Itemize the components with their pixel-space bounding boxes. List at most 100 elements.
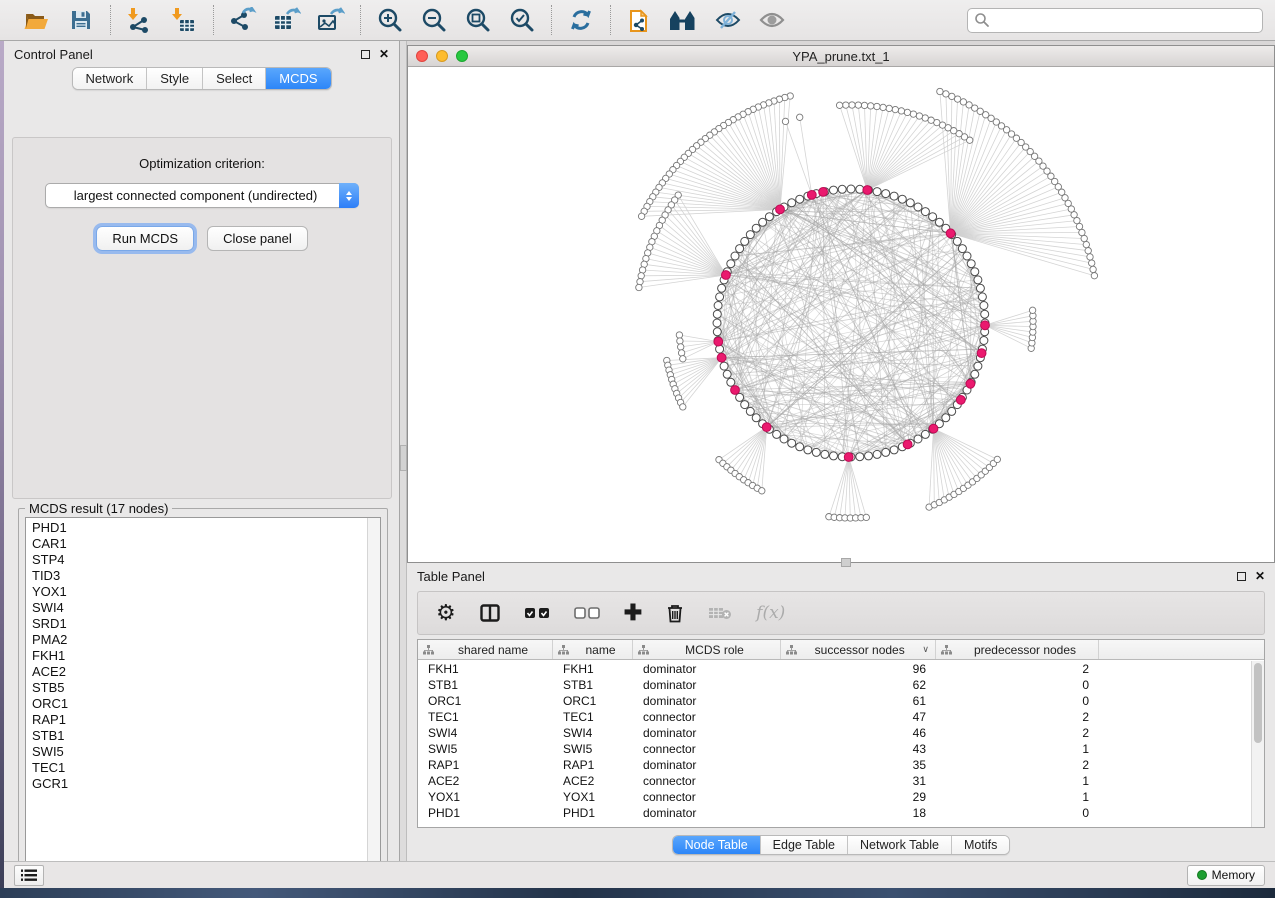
result-node[interactable]: STB1 xyxy=(32,728,380,744)
new-network-from-selection-button[interactable] xyxy=(621,3,659,37)
cell: SWI5 xyxy=(418,742,553,756)
result-node[interactable]: RAP1 xyxy=(32,712,380,728)
tab-node-table[interactable]: Node Table xyxy=(673,836,761,854)
vertical-splitter[interactable] xyxy=(399,41,407,861)
search-input[interactable] xyxy=(967,8,1263,33)
add-column-icon: ✚ xyxy=(624,600,642,626)
zoom-fit-button[interactable] xyxy=(459,3,497,37)
table-scrollbar[interactable] xyxy=(1251,661,1264,827)
network-window-titlebar[interactable]: YPA_prune.txt_1 xyxy=(408,46,1274,67)
tab-select[interactable]: Select xyxy=(203,68,266,89)
column-header-MCDS-role[interactable]: MCDS role xyxy=(633,640,781,659)
delete-table-button[interactable] xyxy=(708,598,732,628)
mcds-result-list[interactable]: PHD1CAR1STP4TID3YOX1SWI4SRD1PMA2FKH1ACE2… xyxy=(25,517,381,874)
select-all-button[interactable] xyxy=(524,598,550,628)
tab-motifs[interactable]: Motifs xyxy=(952,836,1009,854)
table-settings-button[interactable]: ⚙ xyxy=(436,598,456,628)
column-header-predecessor-nodes[interactable]: predecessor nodes xyxy=(936,640,1099,659)
close-panel-icon[interactable]: ✕ xyxy=(379,49,389,59)
result-node[interactable]: TEC1 xyxy=(32,760,380,776)
cell: STB1 xyxy=(418,678,553,692)
result-node[interactable]: SWI5 xyxy=(32,744,380,760)
result-node[interactable]: SWI4 xyxy=(32,600,380,616)
table-row[interactable]: SWI5SWI5connector431 xyxy=(418,741,1251,757)
cell: RAP1 xyxy=(553,758,633,772)
tab-mcds[interactable]: MCDS xyxy=(266,68,330,89)
export-network-button[interactable] xyxy=(224,3,262,37)
tab-edge-table[interactable]: Edge Table xyxy=(761,836,848,854)
delete-button[interactable] xyxy=(666,598,684,628)
deselect-all-icon xyxy=(574,607,600,619)
table-row[interactable]: FKH1FKH1dominator962 xyxy=(418,661,1251,677)
delete-icon xyxy=(666,603,684,623)
add-column-button[interactable]: ✚ xyxy=(624,598,642,628)
column-header-name[interactable]: name xyxy=(553,640,633,659)
function-builder-button[interactable]: f(x) xyxy=(756,598,785,628)
result-node[interactable]: PHD1 xyxy=(32,520,380,536)
result-node[interactable]: FKH1 xyxy=(32,648,380,664)
cell: TEC1 xyxy=(553,710,633,724)
tab-network[interactable]: Network xyxy=(73,68,148,89)
cell: connector xyxy=(633,742,781,756)
result-node[interactable]: GCR1 xyxy=(32,776,380,792)
tab-network-table[interactable]: Network Table xyxy=(848,836,952,854)
open-file-button[interactable] xyxy=(18,3,56,37)
result-node[interactable]: SRD1 xyxy=(32,616,380,632)
refresh-layout-button[interactable] xyxy=(562,3,600,37)
table-row[interactable]: STB1STB1dominator620 xyxy=(418,677,1251,693)
hide-selected-button[interactable] xyxy=(709,3,747,37)
criterion-dropdown[interactable]: largest connected component (undirected) xyxy=(45,183,359,208)
file-group xyxy=(8,3,110,37)
zoom-out-button[interactable] xyxy=(415,3,453,37)
zoom-selected-button[interactable] xyxy=(503,3,541,37)
list-icon xyxy=(21,869,37,882)
result-node[interactable]: STB5 xyxy=(32,680,380,696)
optimization-criterion-label: Optimization criterion: xyxy=(13,156,391,171)
result-node[interactable]: ORC1 xyxy=(32,696,380,712)
table-tabs-row: Node TableEdge TableNetwork TableMotifs xyxy=(407,828,1275,861)
table-row[interactable]: TEC1TEC1connector472 xyxy=(418,709,1251,725)
close-table-panel-icon[interactable]: ✕ xyxy=(1255,571,1265,581)
shared-column-icon xyxy=(423,645,434,655)
table-row[interactable]: YOX1YOX1connector291 xyxy=(418,789,1251,805)
memory-button[interactable]: Memory xyxy=(1187,865,1265,886)
cell: PHD1 xyxy=(418,806,553,820)
result-node[interactable]: PMA2 xyxy=(32,632,380,648)
save-button[interactable] xyxy=(62,3,100,37)
result-node[interactable]: TID3 xyxy=(32,568,380,584)
float-panel-icon[interactable] xyxy=(361,50,370,59)
first-neighbors-button[interactable] xyxy=(665,3,703,37)
task-history-button[interactable] xyxy=(14,865,44,886)
table-row[interactable]: ACE2ACE2connector311 xyxy=(418,773,1251,789)
result-node[interactable]: ACE2 xyxy=(32,664,380,680)
export-image-button[interactable] xyxy=(312,3,350,37)
close-panel-button[interactable]: Close panel xyxy=(207,226,308,251)
zoom-in-button[interactable] xyxy=(371,3,409,37)
import-network-button[interactable] xyxy=(121,3,159,37)
table-scrollbar-thumb[interactable] xyxy=(1254,663,1262,743)
table-row[interactable]: PHD1PHD1dominator180 xyxy=(418,805,1251,821)
cell: 47 xyxy=(781,710,936,724)
result-node[interactable]: YOX1 xyxy=(32,584,380,600)
run-mcds-button[interactable]: Run MCDS xyxy=(96,226,194,251)
table-row[interactable]: RAP1RAP1dominator352 xyxy=(418,757,1251,773)
columns-button[interactable] xyxy=(480,598,500,628)
cell: 29 xyxy=(781,790,936,804)
sort-indicator-icon[interactable]: ∨ xyxy=(922,644,929,655)
float-table-panel-icon[interactable] xyxy=(1237,572,1246,581)
result-node[interactable]: CAR1 xyxy=(32,536,380,552)
result-node[interactable]: STP4 xyxy=(32,552,380,568)
mcds-result-scrollbar[interactable] xyxy=(367,518,380,873)
table-row[interactable]: ORC1ORC1dominator610 xyxy=(418,693,1251,709)
export-table-button[interactable] xyxy=(268,3,306,37)
import-table-button[interactable] xyxy=(165,3,203,37)
column-header-shared-name[interactable]: shared name xyxy=(418,640,553,659)
network-canvas[interactable] xyxy=(408,67,1274,562)
splitter-handle[interactable] xyxy=(400,445,407,471)
deselect-all-button[interactable] xyxy=(574,598,600,628)
column-header-successor-nodes[interactable]: successor nodes∨ xyxy=(781,640,936,659)
show-all-button[interactable] xyxy=(753,3,791,37)
table-row[interactable]: SWI4SWI4dominator462 xyxy=(418,725,1251,741)
tab-style[interactable]: Style xyxy=(147,68,203,89)
horizontal-splitter-handle[interactable] xyxy=(841,558,851,567)
